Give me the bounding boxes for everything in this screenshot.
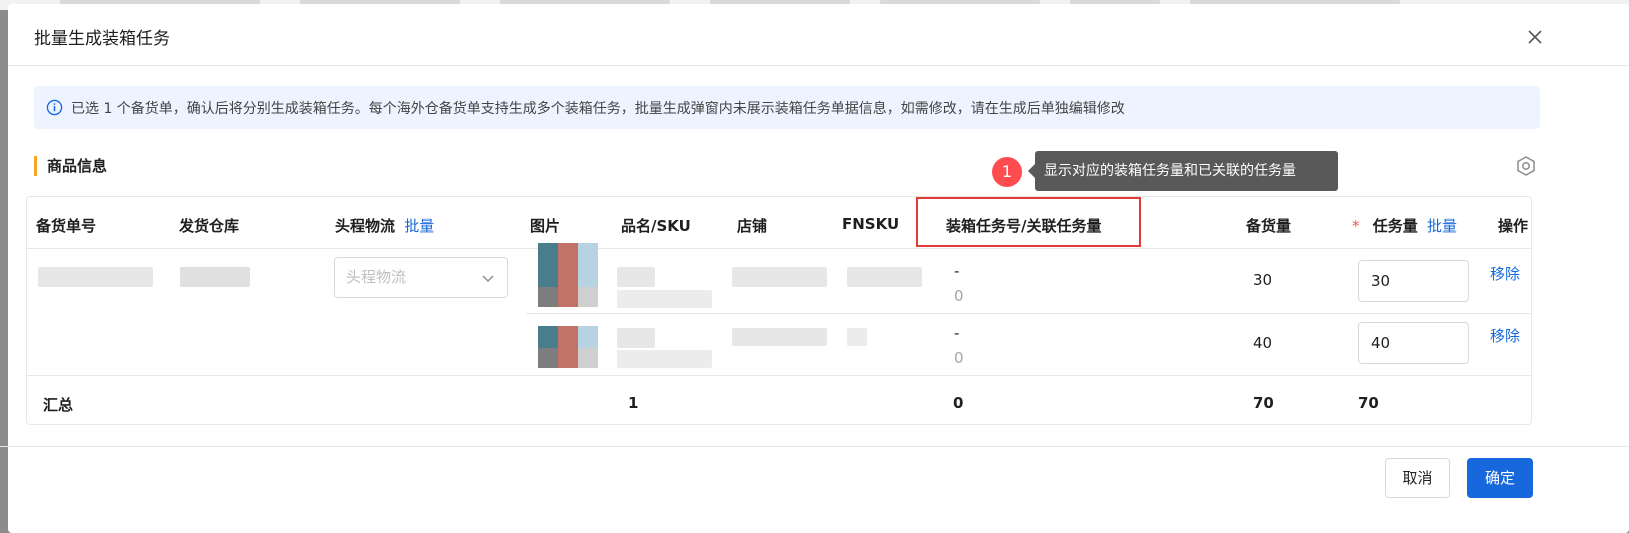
col-warehouse: 发货仓库 [179, 217, 240, 235]
stock-qty-value: 30 [1253, 271, 1273, 289]
col-logistics: 头程物流 批量 [335, 215, 434, 236]
logistics-batch-link[interactable]: 批量 [404, 217, 434, 235]
summary-task-qty: 70 [1358, 394, 1379, 412]
name-sku-blurred [617, 350, 712, 368]
remove-link[interactable]: 移除 [1490, 325, 1520, 346]
row-divider [526, 313, 1532, 314]
dialog-title: 批量生成装箱任务 [34, 29, 170, 49]
cancel-button[interactable]: 取消 [1385, 458, 1450, 498]
alert-text: 已选 1 个备货单，确认后将分别生成装箱任务。每个海外仓备货单支持生成多个装箱任… [71, 100, 1125, 117]
confirm-button[interactable]: 确定 [1467, 458, 1533, 498]
linked-qty-value: 0 [954, 349, 964, 367]
settings-icon[interactable] [1515, 155, 1537, 177]
col-stock-qty: 备货量 [1246, 217, 1292, 235]
logistics-select[interactable]: 头程物流 [334, 257, 508, 298]
task-qty-batch-link[interactable]: 批量 [1427, 217, 1457, 235]
linked-qty-value: 0 [954, 287, 964, 305]
name-sku-blurred [617, 328, 655, 348]
col-logistics-label: 头程物流 [335, 217, 396, 235]
col-task-qty: * 任务量 批量 [1352, 215, 1457, 236]
task-qty-input[interactable]: 40 [1358, 322, 1469, 364]
close-icon[interactable] [1526, 28, 1544, 46]
shop-blurred [732, 328, 827, 346]
table-header: 备货单号 发货仓库 头程物流 批量 图片 品名/SKU 店铺 FNSKU 装箱任… [27, 197, 1531, 249]
col-action: 操作 [1498, 217, 1529, 235]
stock-qty-value: 40 [1253, 334, 1273, 352]
summary-stock-qty: 70 [1253, 394, 1274, 412]
col-task-qty-label: 任务量 [1372, 217, 1418, 235]
required-mark: * [1352, 217, 1360, 235]
task-no-value: - [954, 262, 960, 280]
info-alert: 已选 1 个备货单，确认后将分别生成装箱任务。每个海外仓备货单支持生成多个装箱任… [34, 86, 1540, 129]
footer-divider [0, 446, 1629, 447]
chevron-down-icon [482, 275, 494, 282]
section-title: 商品信息 [34, 156, 107, 176]
name-sku-blurred [617, 290, 712, 308]
info-icon [46, 99, 63, 116]
shop-blurred [732, 267, 827, 287]
col-name-sku: 品名/SKU [621, 217, 691, 235]
order-no-blurred [38, 267, 153, 287]
remove-link[interactable]: 移除 [1490, 263, 1520, 284]
dialog-header: 批量生成装箱任务 [8, 4, 1629, 66]
logistics-placeholder: 头程物流 [346, 268, 407, 286]
task-qty-input[interactable]: 30 [1358, 260, 1469, 302]
col-image: 图片 [530, 217, 561, 235]
summary-task-linked: 0 [953, 394, 964, 412]
column-highlight-box [916, 197, 1141, 247]
summary-name-sku: 1 [628, 394, 639, 412]
annotation-tooltip: 显示对应的装箱任务量和已关联的任务量 [1028, 151, 1338, 191]
summary-label: 汇总 [43, 396, 74, 414]
col-shop: 店铺 [737, 217, 768, 235]
annotation-badge: 1 [992, 157, 1022, 187]
warehouse-blurred [180, 267, 250, 287]
col-fnsku: FNSKU [842, 215, 900, 233]
task-no-value: - [954, 324, 960, 342]
row-divider [26, 375, 1532, 376]
product-table: 备货单号 发货仓库 头程物流 批量 图片 品名/SKU 店铺 FNSKU 装箱任… [26, 196, 1532, 425]
name-sku-blurred [617, 267, 655, 287]
fnsku-blurred [847, 328, 867, 346]
col-order-no: 备货单号 [36, 217, 97, 235]
fnsku-blurred [847, 267, 922, 287]
